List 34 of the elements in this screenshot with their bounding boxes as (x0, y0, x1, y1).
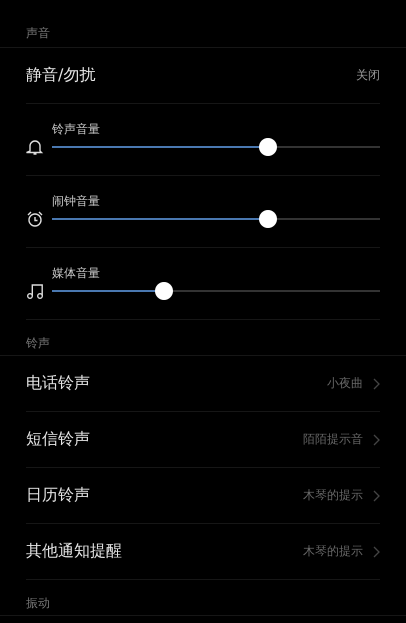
volume-label: 闹钟音量 (52, 193, 100, 210)
setting-row[interactable]: 其他通知提醒 木琴的提示 (26, 524, 380, 580)
music-note-icon (26, 282, 44, 300)
setting-value: 木琴的提示 (303, 543, 363, 560)
chevron-right-icon (373, 546, 380, 558)
volume-slider[interactable] (52, 138, 380, 156)
setting-value: 关闭 (356, 67, 380, 84)
setting-value: 木琴的提示 (303, 487, 363, 504)
setting-label: 电话铃声 (26, 373, 90, 394)
slider-thumb[interactable] (259, 210, 278, 228)
chevron-right-icon (373, 434, 380, 446)
volume-slider[interactable] (52, 210, 380, 228)
volume-slider[interactable] (52, 282, 380, 300)
volume-label: 媒体音量 (52, 265, 100, 282)
setting-row[interactable]: 短信铃声 陌陌提示音 (26, 412, 380, 468)
volume-label: 铃声音量 (52, 121, 100, 138)
slider-thumb[interactable] (259, 138, 278, 156)
setting-value: 陌陌提示音 (303, 431, 363, 448)
section-header: 振动 (26, 596, 50, 610)
section-header: 声音 (26, 26, 50, 40)
setting-row[interactable]: 静音/勿扰 关闭 (26, 48, 380, 104)
bell-icon (26, 138, 44, 156)
section-header: 铃声 (26, 336, 50, 350)
setting-label: 短信铃声 (26, 429, 90, 450)
alarm-clock-icon (26, 210, 44, 228)
setting-row[interactable]: 日历铃声 木琴的提示 (26, 468, 380, 524)
setting-row[interactable]: 电话铃声 小夜曲 (26, 356, 380, 412)
chevron-right-icon (373, 490, 380, 502)
setting-label: 静音/勿扰 (26, 65, 96, 86)
slider-thumb[interactable] (154, 282, 173, 300)
setting-label: 其他通知提醒 (26, 541, 122, 562)
setting-label: 日历铃声 (26, 485, 90, 506)
setting-value: 小夜曲 (327, 375, 363, 392)
chevron-right-icon (373, 378, 380, 390)
